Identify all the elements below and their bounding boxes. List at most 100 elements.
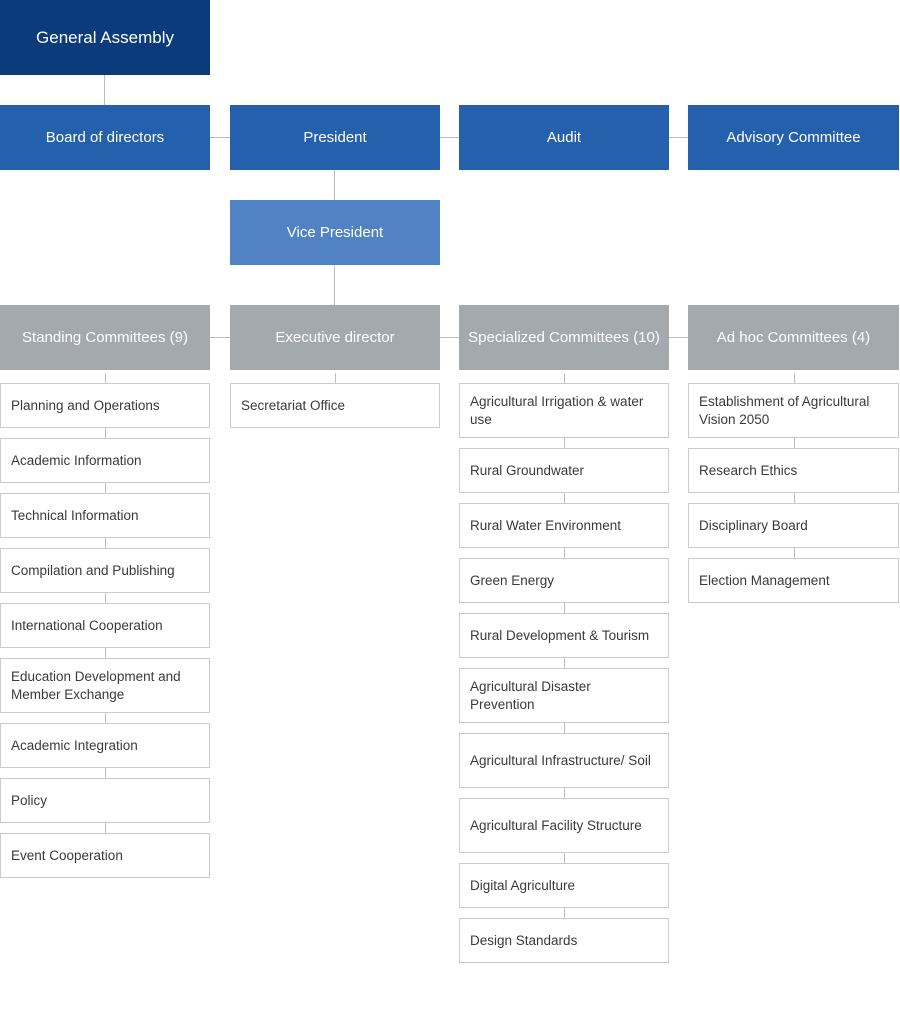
group-header-standing-committees[interactable]: Standing Committees (9) — [0, 305, 210, 370]
connector-president-to-vice-president — [334, 170, 335, 200]
group-header-adhoc-committees[interactable]: Ad hoc Committees (4) — [688, 305, 899, 370]
node-standing-committees-item-3-label: Compilation and Publishing — [11, 562, 175, 578]
node-standing-committees-item-2-label: Technical Information — [11, 507, 139, 523]
connector-specialized-committees-item-2 — [564, 493, 565, 503]
node-standing-committees-item-1-label: Academic Information — [11, 452, 142, 468]
node-specialized-committees-item-7-label: Agricultural Facility Structure — [470, 817, 642, 833]
connector-standing-committees-item-8 — [105, 823, 106, 833]
connector-standing-committees-item-7 — [105, 768, 106, 778]
node-standing-committees-item-2[interactable]: Technical Information — [0, 493, 210, 538]
node-specialized-committees-item-6[interactable]: Agricultural Infrastructure/ Soil — [459, 733, 669, 788]
connector-standing-to-executive — [210, 337, 230, 338]
connector-executive-director-item-0 — [335, 373, 336, 383]
connector-audit-to-advisory — [669, 137, 688, 138]
group-header-specialized-committees-label: Specialized Committees (10) — [468, 328, 660, 346]
connector-specialized-committees-item-9 — [564, 908, 565, 918]
node-specialized-committees-item-2[interactable]: Rural Water Environment — [459, 503, 669, 548]
node-audit-label: Audit — [546, 128, 582, 146]
node-standing-committees-item-5-label: Education Development and Member Exchang… — [11, 669, 181, 702]
connector-specialized-committees-item-3 — [564, 548, 565, 558]
connector-vice-president-to-executive — [334, 265, 335, 305]
connector-standing-committees-item-5 — [105, 648, 106, 658]
node-adhoc-committees-item-0-label: Establishment of Agricultural Vision 205… — [699, 394, 870, 427]
connector-president-to-audit — [440, 137, 459, 138]
group-header-executive-director-label: Executive director — [275, 328, 395, 346]
connector-specialized-committees-item-7 — [564, 788, 565, 798]
node-standing-committees-item-7-label: Policy — [11, 792, 48, 808]
connector-board-to-president — [210, 137, 230, 138]
node-specialized-committees-item-9[interactable]: Design Standards — [459, 918, 669, 963]
connector-specialized-committees-item-4 — [564, 603, 565, 613]
node-standing-committees-item-1[interactable]: Academic Information — [0, 438, 210, 483]
node-audit[interactable]: Audit — [459, 105, 669, 170]
node-board-of-directors[interactable]: Board of directors — [0, 105, 210, 170]
node-executive-director-item-0-label: Secretariat Office — [241, 397, 346, 413]
node-specialized-committees-item-0-label: Agricultural Irrigation & water use — [470, 394, 644, 427]
node-executive-director-item-0[interactable]: Secretariat Office — [230, 383, 440, 428]
node-specialized-committees-item-5-label: Agricultural Disaster Prevention — [470, 679, 591, 712]
node-president[interactable]: President — [230, 105, 440, 170]
connector-adhoc-committees-item-2 — [794, 493, 795, 503]
node-adhoc-committees-item-2[interactable]: Disciplinary Board — [688, 503, 899, 548]
node-vice-president-label: Vice President — [286, 223, 384, 241]
connector-standing-committees-item-6 — [105, 713, 106, 723]
group-header-executive-director[interactable]: Executive director — [230, 305, 440, 370]
connector-standing-committees-item-4 — [105, 593, 106, 603]
node-specialized-committees-item-8-label: Digital Agriculture — [470, 877, 576, 893]
connector-specialized-to-adhoc — [669, 337, 688, 338]
connector-adhoc-committees-item-0 — [794, 373, 795, 383]
node-specialized-committees-item-1[interactable]: Rural Groundwater — [459, 448, 669, 493]
node-standing-committees-item-6[interactable]: Academic Integration — [0, 723, 210, 768]
node-board-of-directors-label: Board of directors — [45, 128, 165, 146]
node-specialized-committees-item-9-label: Design Standards — [470, 932, 578, 948]
node-standing-committees-item-0[interactable]: Planning and Operations — [0, 383, 210, 428]
node-general-assembly-label: General Assembly — [36, 27, 174, 47]
group-header-specialized-committees[interactable]: Specialized Committees (10) — [459, 305, 669, 370]
node-specialized-committees-item-5[interactable]: Agricultural Disaster Prevention — [459, 668, 669, 723]
node-standing-committees-item-7[interactable]: Policy — [0, 778, 210, 823]
node-standing-committees-item-4[interactable]: International Cooperation — [0, 603, 210, 648]
node-standing-committees-item-3[interactable]: Compilation and Publishing — [0, 548, 210, 593]
connector-assembly-to-board — [104, 75, 105, 105]
connector-standing-committees-item-3 — [105, 538, 106, 548]
connector-adhoc-committees-item-3 — [794, 548, 795, 558]
node-standing-committees-item-6-label: Academic Integration — [11, 737, 138, 753]
group-header-adhoc-committees-label: Ad hoc Committees (4) — [716, 328, 871, 346]
connector-standing-committees-item-2 — [105, 483, 106, 493]
connector-adhoc-committees-item-1 — [794, 438, 795, 448]
connector-specialized-committees-item-5 — [564, 658, 565, 668]
node-specialized-committees-item-1-label: Rural Groundwater — [470, 462, 585, 478]
connector-specialized-committees-item-1 — [564, 438, 565, 448]
node-specialized-committees-item-7[interactable]: Agricultural Facility Structure — [459, 798, 669, 853]
node-adhoc-committees-item-2-label: Disciplinary Board — [699, 517, 808, 533]
connector-specialized-committees-item-8 — [564, 853, 565, 863]
node-advisory-committee[interactable]: Advisory Committee — [688, 105, 899, 170]
node-adhoc-committees-item-1[interactable]: Research Ethics — [688, 448, 899, 493]
group-header-standing-committees-label: Standing Committees (9) — [22, 328, 188, 346]
node-vice-president[interactable]: Vice President — [230, 200, 440, 265]
node-president-label: President — [303, 128, 367, 146]
node-general-assembly[interactable]: General Assembly — [0, 0, 210, 75]
node-specialized-committees-item-3-label: Green Energy — [470, 572, 555, 588]
org-chart: General Assembly Board of directors Pres… — [0, 0, 900, 1020]
node-adhoc-committees-item-3-label: Election Management — [699, 572, 830, 588]
node-specialized-committees-item-4[interactable]: Rural Development & Tourism — [459, 613, 669, 658]
node-standing-committees-item-4-label: International Cooperation — [11, 617, 163, 633]
node-standing-committees-item-0-label: Planning and Operations — [11, 397, 160, 413]
node-specialized-committees-item-6-label: Agricultural Infrastructure/ Soil — [470, 752, 651, 768]
node-adhoc-committees-item-3[interactable]: Election Management — [688, 558, 899, 603]
node-adhoc-committees-item-0[interactable]: Establishment of Agricultural Vision 205… — [688, 383, 899, 438]
node-adhoc-committees-item-1-label: Research Ethics — [699, 462, 798, 478]
connector-specialized-committees-item-6 — [564, 723, 565, 733]
connector-standing-committees-item-1 — [105, 428, 106, 438]
node-specialized-committees-item-0[interactable]: Agricultural Irrigation & water use — [459, 383, 669, 438]
node-specialized-committees-item-8[interactable]: Digital Agriculture — [459, 863, 669, 908]
connector-standing-committees-item-0 — [105, 373, 106, 383]
node-standing-committees-item-8[interactable]: Event Cooperation — [0, 833, 210, 878]
node-standing-committees-item-5[interactable]: Education Development and Member Exchang… — [0, 658, 210, 713]
node-specialized-committees-item-4-label: Rural Development & Tourism — [470, 627, 650, 643]
connector-specialized-committees-item-0 — [564, 373, 565, 383]
node-specialized-committees-item-3[interactable]: Green Energy — [459, 558, 669, 603]
connector-executive-to-specialized — [440, 337, 459, 338]
node-advisory-committee-label: Advisory Committee — [726, 128, 861, 146]
